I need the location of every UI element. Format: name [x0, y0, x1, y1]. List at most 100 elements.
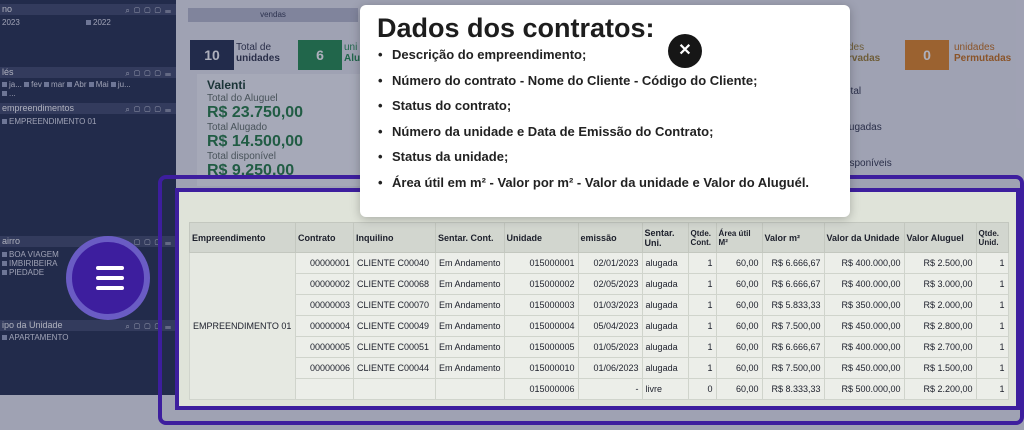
table-cell	[295, 378, 354, 400]
col-header[interactable]: Valor m²	[761, 222, 825, 253]
col-header[interactable]: Área útil M²	[715, 222, 763, 253]
table-cell: alugada	[641, 273, 689, 295]
col-header[interactable]: Empreendimento	[189, 222, 296, 253]
col-header[interactable]: Qtde. Unid.	[975, 222, 1009, 253]
filter-project-item[interactable]: EMPREENDIMENTO 01	[2, 117, 96, 126]
table-cell: 02/01/2023	[577, 252, 643, 274]
filter-toolbar-icons[interactable]: ⌕ ▢ ▢ ▢ ☰	[125, 5, 172, 16]
table-cell: R$ 500.000,00	[823, 378, 905, 400]
table-cell: R$ 450.000,00	[823, 315, 905, 337]
col-header[interactable]: Sentar. Cont.	[435, 222, 505, 253]
table-cell: Em Andamento	[435, 273, 505, 295]
modal-bullet: Área útil em m² - Valor por m² - Valor d…	[376, 175, 834, 191]
project-cell: EMPREENDIMENTO 01	[189, 252, 296, 400]
filter-year-header: no ⌕ ▢ ▢ ▢ ☰	[0, 4, 176, 15]
table-row[interactable]: 00000006 CLIENTE C00044 Em Andamento 015000…	[190, 357, 1009, 379]
table-cell: 1	[975, 378, 1009, 400]
table-cell: Em Andamento	[435, 315, 505, 337]
table-cell: CLIENTE C00044	[353, 357, 436, 379]
table-cell: CLIENTE C00040	[353, 252, 436, 274]
total-units-label: Total de unidades	[236, 42, 280, 64]
table-cell: 60,00	[715, 315, 763, 337]
table-cell: 60,00	[715, 273, 763, 295]
table-cell: R$ 400.000,00	[823, 336, 905, 358]
table-cell: R$ 2.000,00	[903, 294, 977, 316]
table-cell: 1	[975, 336, 1009, 358]
table-row[interactable]: EMPREENDIMENTO 01 00000001 CLIENTE C00040 E…	[189, 252, 1009, 400]
table-row[interactable]: 00000004 CLIENTE C00049 Em Andamento 015000…	[190, 315, 1009, 337]
table-cell: R$ 5.833,33	[761, 294, 825, 316]
table-row[interactable]: 015000006- livre 0 60,00 R$ 8.333,33 R$ 500.0…	[190, 378, 1009, 400]
total-rent-value: R$ 23.750,00	[207, 104, 304, 121]
filter-neighborhood-item[interactable]: BOA VIAGEM	[2, 250, 59, 259]
filter-toolbar-icons[interactable]: ⌕ ▢ ▢ ▢ ☰	[125, 104, 172, 115]
table-cell: CLIENTE C00049	[353, 315, 436, 337]
filter-year-item-2023[interactable]: 2023	[2, 18, 20, 27]
table-cell: 015000003	[503, 294, 579, 316]
table-cell: 00000001	[295, 252, 354, 274]
table-cell: 1	[687, 294, 717, 316]
col-header[interactable]: Contrato	[295, 222, 354, 253]
filter-neighborhood-item[interactable]: PIEDADE	[2, 268, 44, 277]
table-cell: 1	[687, 357, 717, 379]
filter-year-item-2022[interactable]: 2022	[86, 18, 111, 27]
table-cell: 60,00	[715, 252, 763, 274]
contracts-table-body: EMPREENDIMENTO 01 00000001 CLIENTE C00040 E…	[189, 252, 1009, 400]
close-icon[interactable]: ✕	[668, 34, 702, 68]
table-cell: CLIENTE C00068	[353, 273, 436, 295]
table-cell: 1	[975, 294, 1009, 316]
filter-toolbar-icons[interactable]: ⌕ ▢ ▢ ▢ ☰	[125, 68, 172, 79]
table-cell: 60,00	[715, 357, 763, 379]
table-cell: CLIENTE C00051	[353, 336, 436, 358]
menu-button[interactable]	[66, 236, 150, 320]
table-cell: 05/04/2023	[577, 315, 643, 337]
summary-line: Alugadas	[840, 122, 882, 133]
table-cell: alugada	[641, 336, 689, 358]
col-header[interactable]: Qtde. Cont.	[687, 222, 717, 253]
tab-vendas[interactable]: vendas	[188, 8, 358, 22]
col-header[interactable]: Valor da Unidade	[823, 222, 905, 253]
col-header[interactable]: Valor Aluguel	[903, 222, 977, 253]
table-cell: R$ 2.200,00	[903, 378, 977, 400]
filter-unit-type-header: ipo da Unidade ⌕ ▢ ▢ ▢ ☰	[0, 320, 176, 331]
table-cell: 00000005	[295, 336, 354, 358]
table-cell: 1	[975, 273, 1009, 295]
table-cell: CLIENTE C00070	[353, 294, 436, 316]
col-header[interactable]: Sentar. Uni.	[641, 222, 689, 253]
table-cell: alugada	[641, 294, 689, 316]
table-header-row: Empreendimento Contrato Inquilino Sentar…	[189, 222, 1009, 253]
table-cell: Em Andamento	[435, 357, 505, 379]
table-cell: R$ 8.333,33	[761, 378, 825, 400]
table-cell: 1	[687, 336, 717, 358]
col-header[interactable]: Unidade	[503, 222, 579, 253]
filter-neighborhood-item[interactable]: IMBIRIBEIRA	[2, 259, 57, 268]
info-modal: Dados dos contratos: Descrição do empree…	[360, 5, 850, 217]
table-row[interactable]: 00000003 CLIENTE C00070 Em Andamento 015000…	[190, 294, 1009, 316]
table-cell: R$ 350.000,00	[823, 294, 905, 316]
available-total-label: Total disponível	[207, 151, 276, 162]
filter-month-items[interactable]: ja... fev mar Abr Mai ju...	[2, 80, 131, 89]
table-cell: 015000005	[503, 336, 579, 358]
filter-project-header: empreendimentos ⌕ ▢ ▢ ▢ ☰	[0, 103, 176, 114]
hamburger-icon	[96, 276, 124, 280]
rent-panel-title: Valenti	[207, 78, 246, 92]
table-cell: 02/05/2023	[577, 273, 643, 295]
table-cell: R$ 2.800,00	[903, 315, 977, 337]
table-cell: 01/06/2023	[577, 357, 643, 379]
hamburger-icon	[96, 266, 124, 270]
table-cell: 01/03/2023	[577, 294, 643, 316]
table-row[interactable]: 00000002 CLIENTE C00068 Em Andamento 015000…	[190, 273, 1009, 295]
modal-bullet: Número da unidade e Data de Emissão do C…	[376, 124, 834, 140]
table-row[interactable]: 00000005 CLIENTE C00051 Em Andamento 015000…	[190, 336, 1009, 358]
filter-month-header: lés ⌕ ▢ ▢ ▢ ☰	[0, 67, 176, 78]
table-cell: alugada	[641, 252, 689, 274]
table-cell: 1	[687, 273, 717, 295]
col-header[interactable]: Inquilino	[353, 222, 436, 253]
table-cell: 1	[975, 315, 1009, 337]
filter-unit-type-item[interactable]: APARTAMENTO	[2, 333, 68, 342]
filter-month-more[interactable]: ...	[2, 89, 16, 98]
col-header[interactable]: emissão	[577, 222, 643, 253]
table-cell: 00000006	[295, 357, 354, 379]
table-cell: R$ 6.666,67	[761, 273, 825, 295]
exchanged-units-value: 0	[905, 40, 949, 70]
